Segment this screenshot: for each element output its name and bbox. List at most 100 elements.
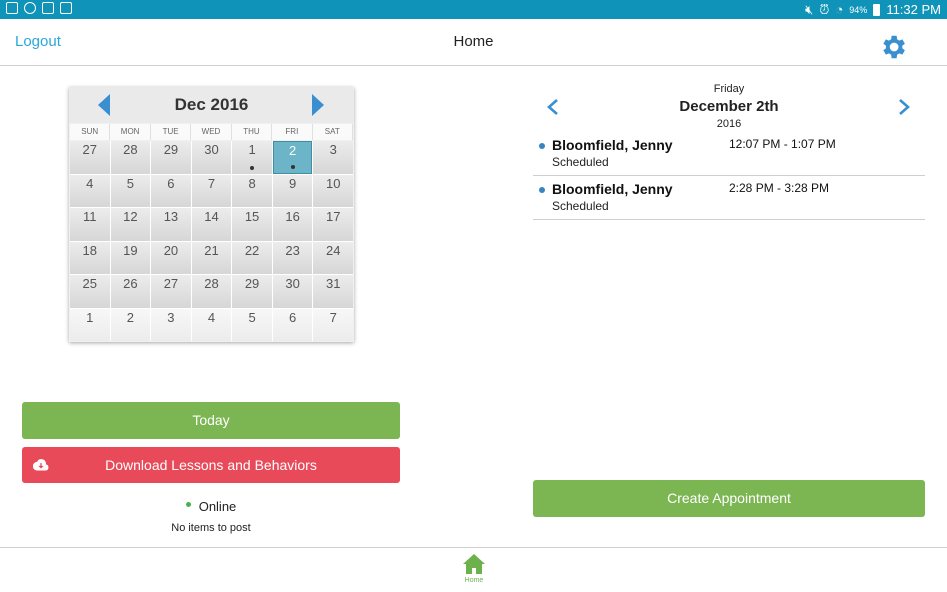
weekday-label: SUN	[70, 124, 111, 140]
calendar-day[interactable]: 7	[191, 174, 232, 207]
calendar-day-number: 13	[163, 209, 179, 224]
event-dot-icon	[250, 165, 255, 170]
calendar-day-number: 3	[329, 142, 337, 157]
weekday-label: TUE	[150, 124, 192, 140]
calendar-day[interactable]: 22	[232, 241, 272, 274]
calendar-day[interactable]: 30	[272, 275, 313, 308]
calendar-day-number: 30	[204, 142, 219, 157]
calendar-header: Dec 2016	[69, 87, 354, 123]
calendar-day[interactable]: 1	[70, 308, 110, 341]
calendar-day[interactable]: 29	[232, 275, 272, 308]
calendar-day[interactable]: 7	[313, 308, 353, 341]
appointment-status: Scheduled	[552, 199, 609, 213]
calendar-day[interactable]: 1	[232, 141, 272, 174]
appointment-item[interactable]: Bloomfield, Jenny Scheduled 12:07 PM - 1…	[533, 132, 925, 176]
calendar-day-number: 2	[126, 309, 134, 325]
download-button-label: Download Lessons and Behaviors	[105, 457, 317, 473]
calendar-day[interactable]: 6	[272, 308, 313, 341]
clock: 11:32 PM	[886, 2, 941, 17]
calendar-day[interactable]: 3	[313, 141, 353, 174]
calendar-day[interactable]: 18	[70, 241, 110, 274]
next-day-icon[interactable]	[897, 98, 911, 116]
calendar-day-number: 12	[123, 209, 138, 224]
calendar-day-number: 7	[207, 175, 216, 191]
calendar-day[interactable]: 17	[313, 208, 353, 241]
calendar-day[interactable]: 5	[232, 308, 272, 341]
download-lessons-button[interactable]: Download Lessons and Behaviors	[22, 447, 400, 483]
create-appointment-button[interactable]: Create Appointment	[533, 480, 925, 517]
calendar-day[interactable]: 12	[110, 208, 151, 241]
calendar-day[interactable]: 21	[191, 241, 232, 274]
calendar-day-number: 4	[86, 175, 94, 191]
calendar-day-number: 8	[248, 175, 256, 191]
calendar-day[interactable]: 2	[272, 141, 313, 174]
appointment-bullet-icon	[539, 187, 545, 193]
calendar-day[interactable]: 10	[313, 174, 353, 207]
calendar-day[interactable]: 8	[232, 174, 272, 207]
status-bar: 🔇︎ ⏰︎ ◔ 94% 11:32 PM	[0, 0, 947, 19]
nav-home-label: Home	[464, 577, 484, 584]
gallery-icon	[6, 2, 18, 14]
calendar-day[interactable]: 28	[110, 141, 151, 174]
calendar-day[interactable]: 3	[151, 308, 191, 341]
calendar-day[interactable]: 26	[110, 275, 151, 308]
calendar-day[interactable]: 27	[70, 141, 110, 174]
calendar-day-number: 1	[86, 309, 94, 325]
calendar-day[interactable]: 4	[70, 174, 110, 207]
calendar-day-number: 17	[325, 209, 341, 224]
weekday-label: SAT	[312, 124, 353, 140]
today-button[interactable]: Today	[22, 402, 400, 439]
calendar-day-number: 21	[204, 242, 219, 258]
appointment-client-name: Bloomfield, Jenny	[552, 181, 673, 197]
appointment-item[interactable]: Bloomfield, Jenny Scheduled 2:28 PM - 3:…	[533, 176, 925, 220]
gear-icon[interactable]	[878, 32, 908, 62]
appointment-time: 12:07 PM - 1:07 PM	[729, 137, 836, 151]
calendar-day-number: 9	[289, 175, 297, 191]
calendar-day[interactable]: 19	[110, 241, 151, 274]
calendar-day-number: 3	[167, 309, 175, 325]
calendar-day[interactable]: 13	[151, 208, 191, 241]
calendar-day[interactable]: 24	[313, 241, 353, 274]
calendar-day[interactable]: 20	[151, 241, 191, 274]
appointment-status: Scheduled	[552, 155, 609, 169]
home-icon	[463, 554, 485, 574]
calendar-day[interactable]: 27	[151, 275, 191, 308]
calendar-day-number: 28	[204, 276, 219, 291]
calendar-day-number: 31	[325, 276, 341, 291]
calendar-day-number: 6	[167, 175, 175, 191]
calendar-day[interactable]: 29	[151, 141, 191, 174]
calendar-day[interactable]: 30	[191, 141, 232, 174]
calendar-day[interactable]: 11	[70, 208, 110, 241]
calendar-day[interactable]: 28	[191, 275, 232, 308]
next-month-icon[interactable]	[312, 94, 324, 116]
calendar-day-number: 19	[123, 242, 138, 258]
calendar-grid: 27 28 29 30 1 2 3 4 5 6 7 8 9 10 11 12 13 14 15 16 17 18 19 20 2…	[70, 141, 353, 341]
calendar-day[interactable]: 31	[313, 275, 353, 308]
calendar-day-number: 23	[285, 242, 300, 258]
calendar-day[interactable]: 9	[272, 174, 313, 207]
calendar-day-number: 1	[248, 142, 256, 157]
event-dot-icon	[290, 164, 295, 169]
appointment-bullet-icon	[539, 143, 545, 149]
calendar-day[interactable]: 4	[191, 308, 232, 341]
calendar-day[interactable]: 16	[272, 208, 313, 241]
calendar-day-number: 14	[204, 209, 219, 224]
photos-icon	[60, 2, 72, 14]
battery-percent: 94%	[849, 4, 868, 15]
calendar-day-number: 29	[244, 276, 260, 291]
calendar-day[interactable]: 25	[70, 275, 110, 308]
calendar-day[interactable]: 2	[110, 308, 151, 341]
page-title: Home	[453, 33, 494, 50]
calendar-day[interactable]: 14	[191, 208, 232, 241]
calendar-day-number: 2	[289, 143, 297, 158]
weekday-header: SUN MON TUE WED THU FRI SAT	[70, 124, 353, 140]
online-status: Online	[0, 499, 422, 514]
online-label: Online	[198, 499, 237, 514]
calendar-day[interactable]: 15	[232, 208, 272, 241]
calendar-day[interactable]: 6	[151, 174, 191, 207]
nav-home[interactable]: Home	[458, 553, 490, 589]
calendar-day-number: 26	[123, 276, 138, 291]
calendar-day[interactable]: 23	[272, 241, 313, 274]
calendar-day-number: 4	[207, 309, 216, 325]
calendar-day[interactable]: 5	[110, 174, 151, 207]
